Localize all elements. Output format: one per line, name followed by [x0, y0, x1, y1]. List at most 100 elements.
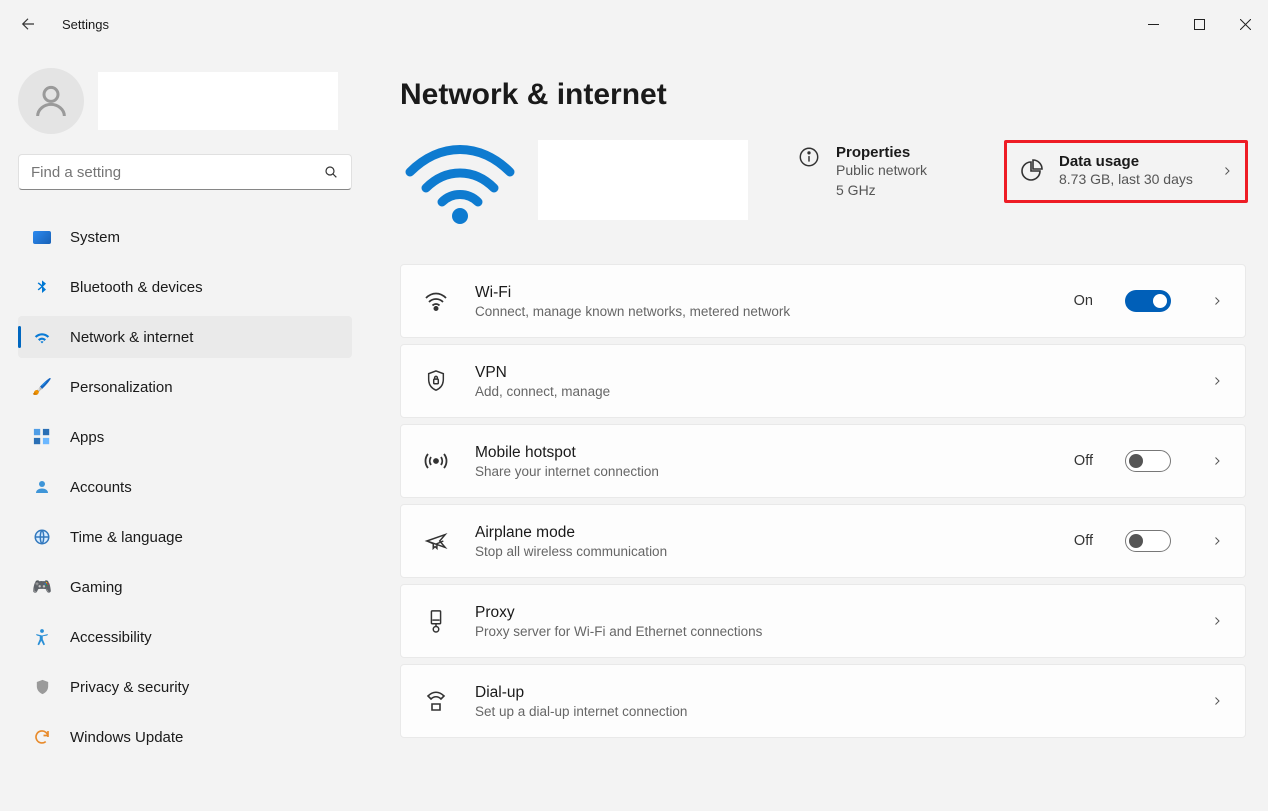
sidebar-item-accounts[interactable]: Accounts	[18, 466, 352, 508]
row-sub: Connect, manage known networks, metered …	[475, 304, 1048, 319]
accounts-icon	[32, 477, 52, 497]
sidebar-item-gaming[interactable]: 🎮 Gaming	[18, 566, 352, 608]
hotspot-toggle[interactable]	[1125, 450, 1171, 472]
pie-chart-icon	[1019, 158, 1045, 184]
properties-sub1: Public network	[836, 161, 927, 181]
sidebar-item-time-language[interactable]: Time & language	[18, 516, 352, 558]
row-wifi[interactable]: Wi-Fi Connect, manage known networks, me…	[400, 264, 1246, 338]
close-button[interactable]	[1222, 8, 1268, 40]
data-usage-title: Data usage	[1059, 153, 1193, 170]
sidebar-item-label: Bluetooth & devices	[70, 279, 203, 296]
sidebar-item-label: Privacy & security	[70, 679, 189, 696]
row-sub: Set up a dial-up internet connection	[475, 704, 1171, 719]
sidebar-item-label: Time & language	[70, 529, 183, 546]
row-title: Proxy	[475, 604, 1171, 622]
chevron-right-icon	[1211, 294, 1223, 308]
apps-icon	[32, 427, 52, 447]
avatar	[18, 68, 84, 134]
sidebar-item-label: Gaming	[70, 579, 123, 596]
hotspot-state: Off	[1074, 453, 1093, 469]
sidebar-item-network[interactable]: Network & internet	[18, 316, 352, 358]
minimize-button[interactable]	[1130, 8, 1176, 40]
properties-card[interactable]: Properties Public network 5 GHz	[766, 140, 927, 200]
row-sub: Add, connect, manage	[475, 384, 1171, 399]
row-airplane-mode[interactable]: Airplane mode Stop all wireless communic…	[400, 504, 1246, 578]
network-name	[538, 140, 748, 220]
shield-icon	[32, 677, 52, 697]
row-sub: Proxy server for Wi-Fi and Ethernet conn…	[475, 624, 1171, 639]
sidebar-item-privacy[interactable]: Privacy & security	[18, 666, 352, 708]
proxy-icon	[423, 609, 449, 633]
row-title: VPN	[475, 364, 1171, 382]
chevron-right-icon	[1221, 164, 1233, 178]
properties-title: Properties	[836, 144, 927, 161]
arrow-left-icon	[19, 15, 37, 33]
hotspot-icon	[423, 450, 449, 472]
search-icon	[323, 164, 339, 180]
chevron-right-icon	[1211, 614, 1223, 628]
wifi-icon	[423, 291, 449, 311]
sidebar-item-personalization[interactable]: 🖌️ Personalization	[18, 366, 352, 408]
row-sub: Stop all wireless communication	[475, 544, 1048, 559]
nav-list: System Bluetooth & devices Network & int…	[18, 212, 352, 762]
sidebar-item-label: System	[70, 229, 120, 246]
row-dialup[interactable]: Dial-up Set up a dial-up internet connec…	[400, 664, 1246, 738]
settings-list: Wi-Fi Connect, manage known networks, me…	[400, 264, 1246, 738]
sidebar-item-bluetooth[interactable]: Bluetooth & devices	[18, 266, 352, 308]
chevron-right-icon	[1211, 374, 1223, 388]
shield-lock-icon	[423, 369, 449, 393]
app-title: Settings	[62, 17, 109, 32]
gamepad-icon: 🎮	[32, 577, 52, 597]
wifi-icon	[32, 327, 52, 347]
properties-sub2: 5 GHz	[836, 181, 927, 201]
bluetooth-icon	[32, 277, 52, 297]
window-controls	[1130, 8, 1268, 40]
sidebar-item-label: Accounts	[70, 479, 132, 496]
close-icon	[1240, 19, 1251, 30]
wifi-toggle[interactable]	[1125, 290, 1171, 312]
airplane-toggle[interactable]	[1125, 530, 1171, 552]
data-usage-sub: 8.73 GB, last 30 days	[1059, 170, 1193, 190]
row-title: Wi-Fi	[475, 284, 1048, 302]
row-title: Mobile hotspot	[475, 444, 1048, 462]
system-icon	[32, 227, 52, 247]
airplane-state: Off	[1074, 533, 1093, 549]
row-proxy[interactable]: Proxy Proxy server for Wi-Fi and Etherne…	[400, 584, 1246, 658]
page-title: Network & internet	[400, 78, 1248, 112]
maximize-icon	[1194, 19, 1205, 30]
back-button[interactable]	[18, 14, 38, 34]
maximize-button[interactable]	[1176, 8, 1222, 40]
airplane-icon	[423, 530, 449, 552]
sidebar-item-label: Apps	[70, 429, 104, 446]
update-icon	[32, 727, 52, 747]
sidebar-item-label: Personalization	[70, 379, 173, 396]
row-vpn[interactable]: VPN Add, connect, manage	[400, 344, 1246, 418]
sidebar-item-windows-update[interactable]: Windows Update	[18, 716, 352, 758]
person-icon	[31, 81, 71, 121]
sidebar-item-accessibility[interactable]: Accessibility	[18, 616, 352, 658]
sidebar-item-label: Accessibility	[70, 629, 152, 646]
search-input[interactable]	[31, 164, 323, 181]
row-mobile-hotspot[interactable]: Mobile hotspot Share your internet conne…	[400, 424, 1246, 498]
globe-clock-icon	[32, 527, 52, 547]
paintbrush-icon: 🖌️	[32, 377, 52, 397]
minimize-icon	[1148, 19, 1159, 30]
accessibility-icon	[32, 627, 52, 647]
main-content: Network & internet Properties Public net…	[370, 48, 1268, 811]
sidebar-item-apps[interactable]: Apps	[18, 416, 352, 458]
chevron-right-icon	[1211, 454, 1223, 468]
user-account-row[interactable]	[18, 68, 352, 134]
row-title: Dial-up	[475, 684, 1171, 702]
sidebar-item-label: Windows Update	[70, 729, 183, 746]
data-usage-card[interactable]: Data usage 8.73 GB, last 30 days	[1004, 140, 1248, 203]
info-icon	[796, 144, 822, 170]
sidebar-item-system[interactable]: System	[18, 216, 352, 258]
user-name	[98, 72, 338, 130]
wifi-state: On	[1074, 293, 1093, 309]
network-status-row: Properties Public network 5 GHz Data usa…	[400, 140, 1248, 230]
search-box[interactable]	[18, 154, 352, 190]
titlebar: Settings	[0, 0, 1268, 48]
sidebar-item-label: Network & internet	[70, 329, 193, 346]
row-sub: Share your internet connection	[475, 464, 1048, 479]
sidebar: System Bluetooth & devices Network & int…	[0, 48, 370, 811]
